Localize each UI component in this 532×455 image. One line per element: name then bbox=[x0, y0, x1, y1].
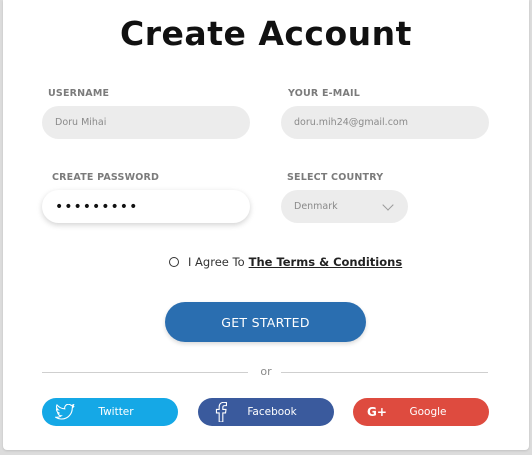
email-label: YOUR E-MAIL bbox=[288, 88, 360, 99]
facebook-button[interactable]: Facebook bbox=[198, 398, 334, 426]
password-label: CREATE PASSWORD bbox=[52, 172, 160, 183]
google-label: Google bbox=[409, 406, 447, 418]
terms-agreement: I Agree To The Terms & Conditions bbox=[169, 255, 402, 269]
agree-radio[interactable] bbox=[169, 257, 179, 267]
email-field[interactable]: doru.mih24@gmail.com bbox=[281, 106, 489, 139]
password-field[interactable]: ••••••••• bbox=[42, 190, 250, 223]
divider-or-text: or bbox=[260, 365, 272, 378]
get-started-button[interactable]: GET STARTED bbox=[165, 302, 366, 342]
username-label: USERNAME bbox=[48, 88, 110, 99]
facebook-label: Facebook bbox=[247, 406, 297, 418]
twitter-label: Twitter bbox=[98, 406, 134, 418]
get-started-label: GET STARTED bbox=[221, 314, 310, 330]
google-button[interactable]: G+ Google bbox=[353, 398, 489, 426]
email-value: doru.mih24@gmail.com bbox=[294, 117, 408, 128]
google-plus-icon: G+ bbox=[367, 405, 387, 419]
twitter-button[interactable]: Twitter bbox=[42, 398, 178, 426]
country-select[interactable]: Denmark bbox=[281, 190, 408, 223]
signup-card bbox=[3, 0, 529, 450]
agree-text: I Agree To bbox=[188, 255, 245, 269]
page-title: Create Account bbox=[120, 14, 412, 53]
facebook-icon bbox=[210, 402, 232, 422]
chevron-down-icon bbox=[382, 198, 394, 211]
username-value: Doru Mihai bbox=[55, 117, 107, 128]
password-value: ••••••••• bbox=[55, 198, 139, 215]
twitter-icon bbox=[54, 402, 76, 422]
country-label: SELECT COUNTRY bbox=[287, 172, 384, 183]
country-value: Denmark bbox=[294, 201, 338, 212]
terms-link[interactable]: The Terms & Conditions bbox=[249, 255, 403, 269]
username-field[interactable]: Doru Mihai bbox=[42, 106, 250, 139]
